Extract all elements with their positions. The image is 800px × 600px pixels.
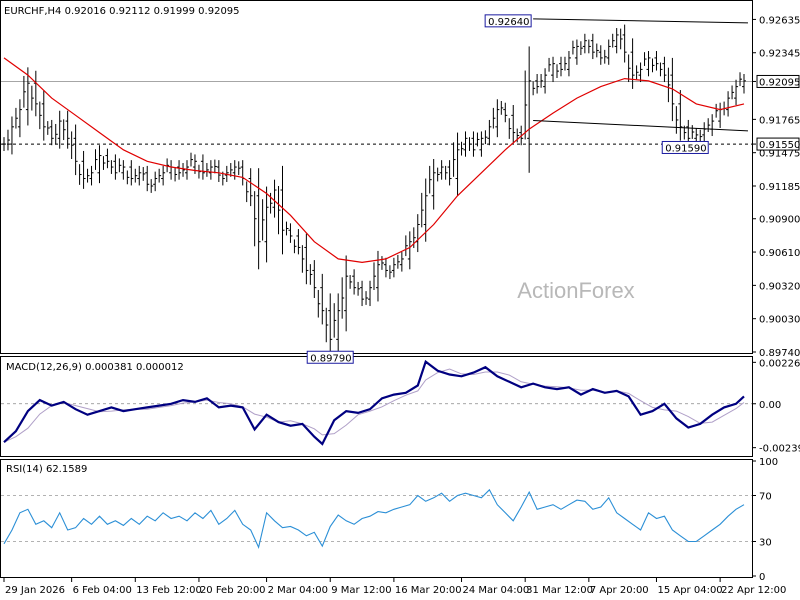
rsi-label: RSI(14) 62.1589 xyxy=(6,464,87,475)
channel-lower-line xyxy=(533,120,749,132)
price-tick-label: 0.92635 xyxy=(759,15,800,26)
x-tick-label: 7 Apr 20:00 xyxy=(590,585,649,596)
x-tick-label: 24 Mar 04:00 xyxy=(463,585,530,596)
x-axis: 29 Jan 2026 6 Feb 04:00 13 Feb 12:0020 Feb… xyxy=(3,578,786,596)
rsi-tick-label: 100 xyxy=(759,457,778,468)
chart-header: EURCHF,H4 0.92016 0.92112 0.91999 0.9209… xyxy=(4,6,240,17)
price-annotation-label: 0.91590 xyxy=(665,143,706,154)
price-tick-label: 0.90030 xyxy=(759,315,800,326)
price-panel-frame xyxy=(0,0,753,354)
price-tick-label: 0.90900 xyxy=(759,215,800,226)
x-tick-label: 2 Mar 04:00 xyxy=(268,585,328,596)
rsi-panel: 100 70 30 0 xyxy=(1,457,778,583)
price-tick-label: 0.90320 xyxy=(759,281,800,292)
x-tick-label: 16 Mar 20:00 xyxy=(395,585,462,596)
chart: ActionForex EURCHF,H4 0.92016 0.92112 0.… xyxy=(0,0,800,596)
macd-tick-label: 0.002263 xyxy=(759,358,800,369)
macd-tick-label: 0.00 xyxy=(759,400,781,411)
price-tick-label: 0.92345 xyxy=(759,49,800,60)
x-tick-label: 22 Apr 12:00 xyxy=(721,585,786,596)
x-tick-label: 20 Feb 20:00 xyxy=(200,585,266,596)
channel-upper-line xyxy=(533,18,748,24)
price-annotation-label: 0.92640 xyxy=(488,17,529,28)
price-tick-label: 0.90610 xyxy=(759,248,800,259)
rsi-tick-label: 0 xyxy=(759,572,765,583)
watermark: ActionForex xyxy=(517,278,634,303)
macd-tick-label: -0.002399 xyxy=(759,444,800,455)
macd-main-line xyxy=(3,359,745,446)
price-tick-label: 0.91765 xyxy=(759,115,800,126)
x-tick-label: 15 Apr 04:00 xyxy=(657,585,722,596)
rsi-line xyxy=(3,488,745,549)
price-tick-label: 0.91185 xyxy=(759,182,800,193)
price-tick-label: 0.92095 xyxy=(759,77,800,88)
x-tick-label: 6 Feb 04:00 xyxy=(73,585,132,596)
price-panel: 0.926350.923450.920950.917650.915500.914… xyxy=(1,14,800,364)
price-tick-label: 0.91475 xyxy=(759,149,800,160)
rsi-panel-frame xyxy=(0,459,753,578)
x-tick-label: 31 Mar 12:00 xyxy=(526,585,593,596)
x-tick-label: 9 Mar 12:00 xyxy=(331,585,391,596)
price-annotation-label: 0.89790 xyxy=(310,353,351,364)
rsi-tick-label: 30 xyxy=(759,538,772,549)
x-tick-label: 29 Jan 2026 xyxy=(5,585,65,596)
macd-label: MACD(12,26,9) 0.000381 0.000012 xyxy=(6,362,184,373)
x-tick-label: 13 Feb 12:00 xyxy=(136,585,202,596)
rsi-tick-label: 70 xyxy=(759,492,772,503)
